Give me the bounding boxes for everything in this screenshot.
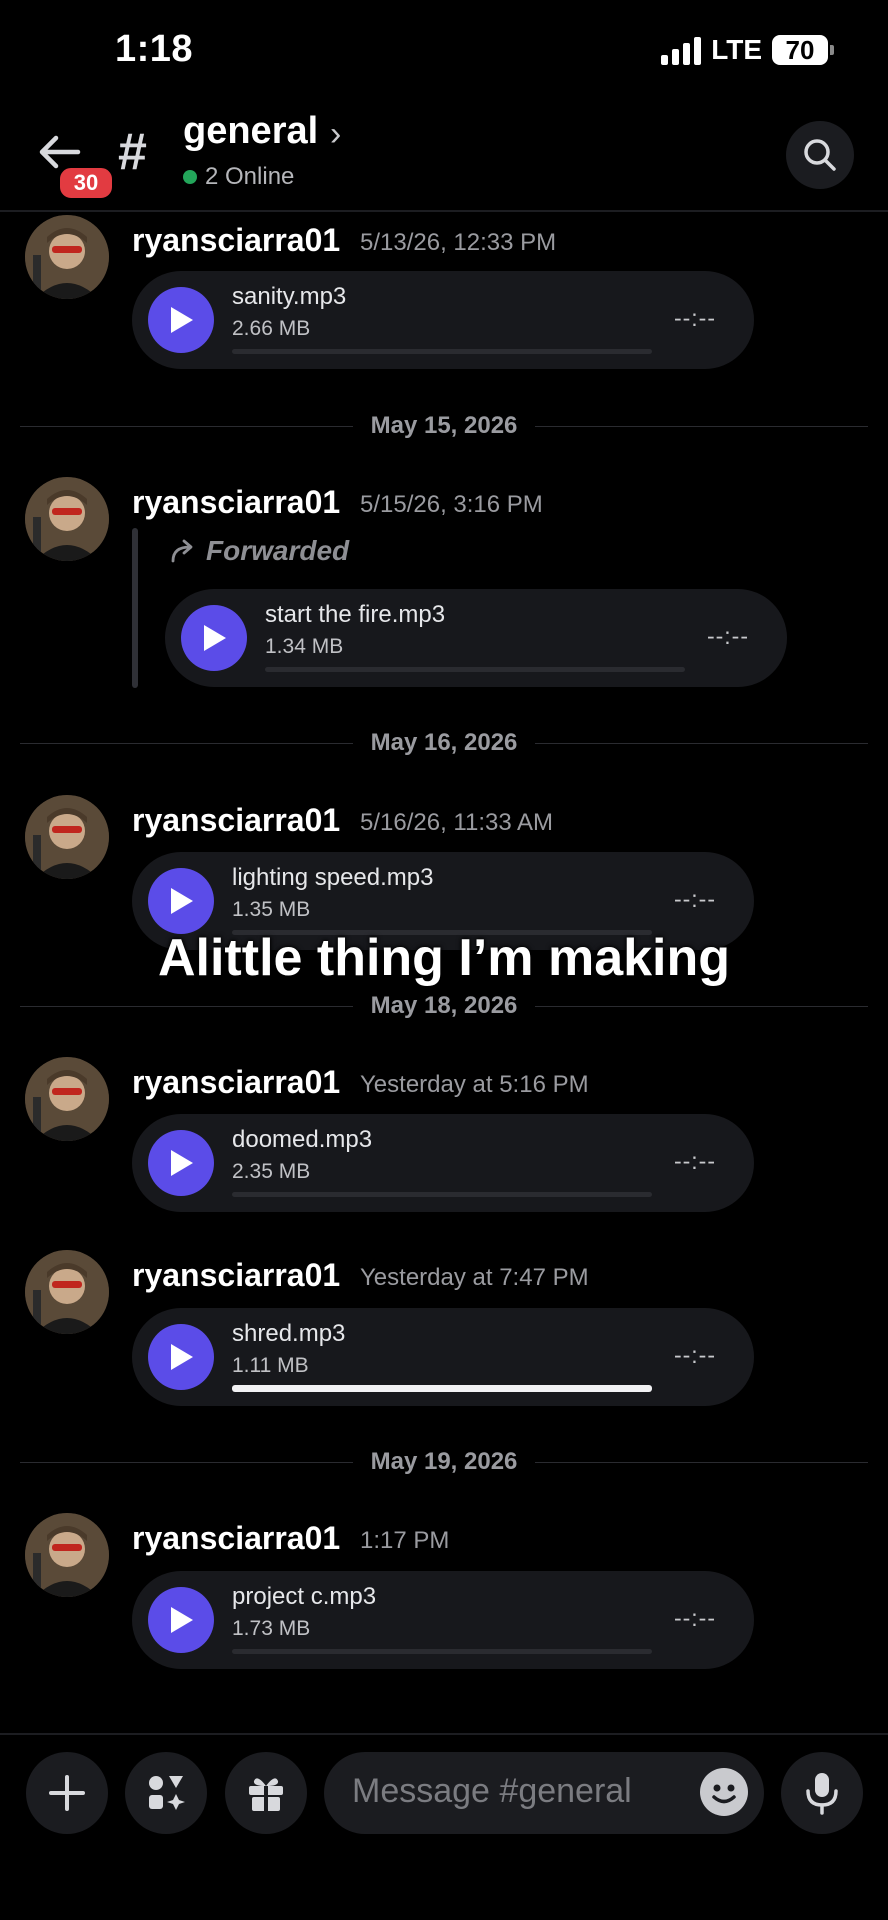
apps-button[interactable] [125, 1752, 207, 1834]
audio-filesize: 1.73 MB [232, 1617, 311, 1640]
gift-icon [249, 1778, 283, 1811]
message-timestamp: 5/13/26, 12:33 PM [360, 229, 557, 256]
message-author[interactable]: ryansciarra01 [132, 1520, 340, 1557]
message-author[interactable]: ryansciarra01 [132, 222, 340, 259]
avatar[interactable] [25, 1250, 109, 1334]
avatar[interactable] [25, 1057, 109, 1141]
forwarded-label: Forwarded [170, 535, 349, 567]
composer-divider [0, 1733, 888, 1735]
message-timestamp: 5/16/26, 11:33 AM [360, 809, 554, 836]
plus-icon [49, 1775, 85, 1811]
audio-progress-track[interactable] [265, 667, 685, 672]
forward-arrow-icon [171, 539, 193, 563]
message-input[interactable]: Message #general [324, 1752, 764, 1834]
play-button[interactable] [148, 1130, 214, 1196]
audio-filename[interactable]: project c.mp3 [232, 1583, 376, 1611]
date-divider: May 16, 2026 [0, 729, 888, 757]
play-button[interactable] [148, 1587, 214, 1653]
message-author[interactable]: ryansciarra01 [132, 802, 340, 839]
audio-duration: --:-- [706, 623, 749, 649]
audio-progress-track[interactable] [232, 1649, 652, 1654]
emoji-icon[interactable] [700, 1768, 748, 1816]
message-timestamp: Yesterday at 7:47 PM [360, 1264, 589, 1291]
message-author[interactable]: ryansciarra01 [132, 1257, 340, 1294]
channel-hash-icon: # [118, 123, 147, 181]
audio-duration: --:-- [673, 1148, 716, 1174]
message-author[interactable]: ryansciarra01 [132, 1064, 340, 1101]
audio-filesize: 1.35 MB [232, 898, 311, 921]
header-divider [0, 210, 888, 212]
status-indicators: LTE 70 [661, 34, 834, 66]
play-icon [171, 1607, 193, 1633]
avatar[interactable] [25, 215, 109, 299]
add-attachment-button[interactable] [26, 1752, 108, 1834]
audio-filename[interactable]: lighting speed.mp3 [232, 864, 433, 892]
audio-attachment: start the fire.mp3 1.34 MB --:-- [165, 589, 787, 687]
chevron-right-icon[interactable]: › [330, 115, 341, 154]
audio-duration: --:-- [673, 305, 716, 331]
network-type: LTE [711, 34, 762, 65]
search-button[interactable] [786, 121, 854, 189]
audio-progress-track[interactable] [232, 349, 652, 354]
avatar[interactable] [25, 1513, 109, 1597]
signal-icon [661, 35, 702, 65]
unread-badge: 30 [56, 164, 116, 202]
microphone-icon [806, 1773, 838, 1815]
audio-filesize: 2.35 MB [232, 1160, 311, 1183]
audio-filesize: 1.11 MB [232, 1354, 309, 1377]
audio-filename[interactable]: doomed.mp3 [232, 1126, 372, 1154]
video-caption-overlay: Alittle thing I’m making [157, 929, 731, 987]
battery-icon: 70 [772, 34, 834, 65]
forward-quote-bar [132, 528, 138, 688]
apps-icon [149, 1776, 185, 1810]
play-button[interactable] [181, 605, 247, 671]
search-icon [804, 139, 836, 171]
audio-filename[interactable]: shred.mp3 [232, 1320, 345, 1348]
online-count: 2 Online [183, 163, 294, 191]
audio-duration: --:-- [673, 886, 716, 912]
online-dot-icon [183, 170, 197, 184]
audio-attachment: shred.mp3 1.11 MB --:-- [132, 1308, 754, 1406]
play-button[interactable] [148, 1324, 214, 1390]
audio-attachment: sanity.mp3 2.66 MB --:-- [132, 271, 754, 369]
message-placeholder: Message #general [352, 1772, 632, 1810]
audio-attachment: doomed.mp3 2.35 MB --:-- [132, 1114, 754, 1212]
channel-title[interactable]: general [183, 110, 318, 153]
date-divider: May 19, 2026 [0, 1448, 888, 1476]
voice-message-button[interactable] [781, 1752, 863, 1834]
message-timestamp: 5/15/26, 3:16 PM [360, 491, 543, 518]
gift-button[interactable] [225, 1752, 307, 1834]
play-icon [171, 307, 193, 333]
message-author[interactable]: ryansciarra01 [132, 484, 340, 521]
avatar[interactable] [25, 795, 109, 879]
play-icon [204, 625, 226, 651]
audio-attachment: project c.mp3 1.73 MB --:-- [132, 1571, 754, 1669]
date-divider: May 18, 2026 [0, 992, 888, 1020]
audio-filename[interactable]: sanity.mp3 [232, 283, 346, 311]
audio-filesize: 2.66 MB [232, 317, 311, 340]
battery-level: 70 [785, 34, 815, 65]
status-time: 1:18 [115, 28, 194, 70]
play-icon [171, 1344, 193, 1370]
audio-filesize: 1.34 MB [265, 635, 344, 658]
avatar[interactable] [25, 477, 109, 561]
audio-duration: --:-- [673, 1342, 716, 1368]
play-button[interactable] [148, 868, 214, 934]
play-icon [171, 888, 193, 914]
audio-progress-bar[interactable] [232, 1385, 652, 1392]
audio-progress-track[interactable] [232, 1192, 652, 1197]
message-timestamp: 1:17 PM [360, 1527, 450, 1554]
play-button[interactable] [148, 287, 214, 353]
audio-filename[interactable]: start the fire.mp3 [265, 601, 445, 629]
play-icon [171, 1150, 193, 1176]
message-timestamp: Yesterday at 5:16 PM [360, 1071, 589, 1098]
date-divider: May 15, 2026 [0, 412, 888, 440]
audio-duration: --:-- [673, 1605, 716, 1631]
